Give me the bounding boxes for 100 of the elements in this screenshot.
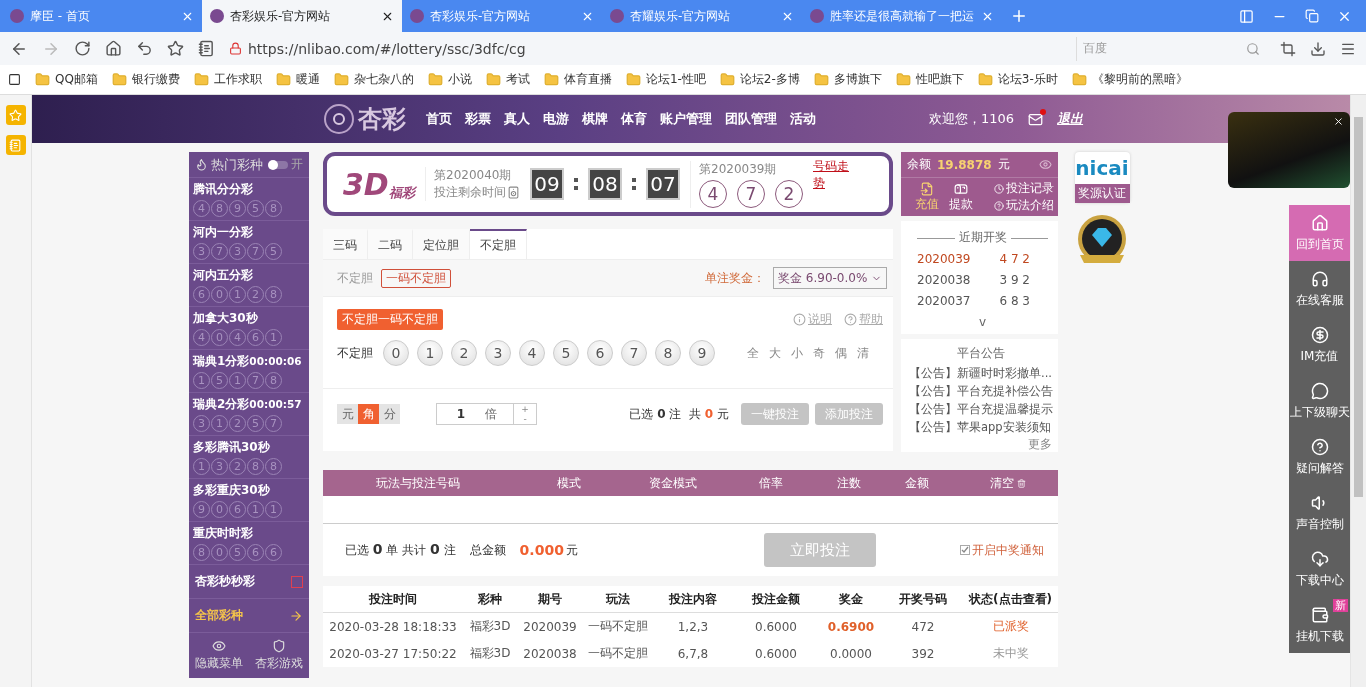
notice-link[interactable]: 【公告】平台充提补偿公告	[909, 382, 1052, 400]
dock-item[interactable]: 上下级聊天	[1289, 373, 1350, 429]
prize-select[interactable]: 奖金 6.90-0.0%	[773, 267, 887, 289]
browser-tab[interactable]: 杏彩娱乐-官方网站	[202, 0, 402, 32]
quick-select-link[interactable]: 全	[747, 344, 759, 362]
all-games-link[interactable]: 全部彩种	[189, 599, 309, 633]
speaker-icon[interactable]	[507, 186, 520, 199]
number-ball[interactable]: 9	[689, 340, 715, 366]
account-link[interactable]: 投注记录	[994, 180, 1054, 197]
panel-icon[interactable]	[1239, 8, 1254, 24]
star-icon[interactable]	[167, 40, 184, 57]
bookmark-link[interactable]: 论坛3-乐时	[977, 71, 1058, 88]
nav-link[interactable]: 活动	[790, 110, 816, 128]
scrollbar-thumb[interactable]	[1354, 117, 1363, 497]
game-item[interactable]: 河内五分彩 6 0 1 2 8	[189, 264, 309, 307]
dock-item[interactable]: 声音控制	[1289, 485, 1350, 541]
nav-link[interactable]: 电游	[543, 110, 569, 128]
sub-tab[interactable]: 一码不定胆	[381, 268, 451, 288]
notice-link[interactable]: 【公告】苹果app安装须知	[909, 418, 1052, 436]
bookmark-link[interactable]: QQ邮箱	[35, 71, 98, 88]
toggle-switch[interactable]	[268, 160, 288, 169]
play-tab[interactable]: 二码	[368, 229, 413, 259]
game-item[interactable]: 瑞典2分彩00:00:57 3 1 2 5 7	[189, 393, 309, 436]
bookmark-link[interactable]: 《黎明前的黑暗》	[1071, 71, 1188, 88]
sidebar-toggle-icon[interactable]	[8, 73, 21, 86]
game-item[interactable]: 杏彩秒秒彩	[189, 565, 309, 599]
bookmark-link[interactable]: 小说	[427, 71, 472, 88]
bookmark-link[interactable]: 多博旗下	[813, 71, 882, 88]
game-item[interactable]: 加拿大30秒 4 0 4 6 1	[189, 307, 309, 350]
play-tab[interactable]: 三码	[323, 229, 368, 259]
bookmark-link[interactable]: 考试	[485, 71, 530, 88]
number-ball[interactable]: 7	[621, 340, 647, 366]
table-cell[interactable]: 已派奖	[963, 618, 1058, 635]
nav-link[interactable]: 彩票	[465, 110, 491, 128]
nav-link[interactable]: 团队管理	[725, 110, 777, 128]
notice-link[interactable]: 【公告】平台充提温馨提示	[909, 400, 1052, 418]
quick-select-link[interactable]: 偶	[835, 344, 847, 362]
game-item[interactable]: 河内一分彩 3 7 3 7 5	[189, 221, 309, 264]
quick-select-link[interactable]: 奇	[813, 344, 825, 362]
wallet-action[interactable]: 提款	[949, 181, 973, 213]
quick-select-link[interactable]: 清	[857, 344, 869, 362]
bookmark-link[interactable]: 杂七杂八的	[333, 71, 414, 88]
number-ball[interactable]: 2	[451, 340, 477, 366]
more-link[interactable]: 更多	[1028, 436, 1052, 453]
restore-icon[interactable]	[1305, 8, 1319, 23]
dock-item[interactable]: 在线客服	[1289, 261, 1350, 317]
play-tab[interactable]: 定位胆	[413, 229, 470, 259]
column-header[interactable]: 清空	[957, 474, 1058, 492]
number-ball[interactable]: 5	[553, 340, 579, 366]
sidebar-footer-link[interactable]: 隐藏菜单	[195, 639, 243, 672]
notify-checkbox[interactable]	[960, 545, 970, 555]
bookmark-link[interactable]: 论坛1-性吧	[625, 71, 706, 88]
decrement-button[interactable]: -	[514, 414, 536, 424]
nav-link[interactable]: 首页	[426, 110, 452, 128]
number-ball[interactable]: 6	[587, 340, 613, 366]
dock-item[interactable]: IM充值	[1289, 317, 1350, 373]
home-icon[interactable]	[105, 40, 122, 57]
wallet-action[interactable]: 充值	[915, 181, 939, 213]
unit-tab[interactable]: 元	[337, 404, 358, 424]
certification-badge[interactable]: nicai 奖源认证	[1074, 152, 1130, 203]
dock-item[interactable]: 下载中心	[1289, 541, 1350, 597]
nav-link[interactable]: 体育	[621, 110, 647, 128]
close-button[interactable]	[1333, 116, 1344, 127]
bookmark-link[interactable]: 暖通	[275, 71, 320, 88]
multiplier-field[interactable]: 1 倍 + -	[436, 403, 537, 425]
bookmark-link[interactable]: 性吧旗下	[895, 71, 964, 88]
site-logo[interactable]: 杏彩	[324, 103, 406, 135]
quick-select-link[interactable]: 小	[791, 344, 803, 362]
sidebar-footer-link[interactable]: 杏彩游戏	[255, 639, 303, 672]
logout-link[interactable]: 退出	[1057, 110, 1084, 128]
bookmark-link[interactable]: 论坛2-多博	[719, 71, 800, 88]
eye-icon[interactable]	[1039, 158, 1052, 171]
number-ball[interactable]: 4	[519, 340, 545, 366]
download-icon[interactable]	[1310, 40, 1326, 57]
nav-link[interactable]: 棋牌	[582, 110, 608, 128]
bookmark-link[interactable]: 体育直播	[543, 71, 612, 88]
game-item[interactable]: 腾讯分分彩 4 8 9 5 8	[189, 178, 309, 221]
game-item[interactable]: 多彩腾讯30秒 1 3 2 8 8	[189, 436, 309, 479]
game-item[interactable]: 多彩重庆30秒 9 0 6 1 1	[189, 479, 309, 522]
game-item[interactable]: 重庆时时彩 8 0 5 6 6	[189, 522, 309, 565]
address-field[interactable]: https://nlibao.com/#/lottery/ssc/3dfc/cg	[229, 35, 1062, 62]
number-ball[interactable]: 0	[383, 340, 409, 366]
nav-link[interactable]: 真人	[504, 110, 530, 128]
number-ball[interactable]: 8	[655, 340, 681, 366]
play-tab[interactable]: 不定胆	[470, 229, 527, 259]
number-ball[interactable]: 3	[485, 340, 511, 366]
nav-link[interactable]: 账户管理	[660, 110, 712, 128]
game-item[interactable]: 瑞典1分彩00:00:06 1 5 1 7 8	[189, 350, 309, 393]
increment-button[interactable]: +	[514, 404, 536, 414]
notice-link[interactable]: 【公告】新疆时时彩撤单...	[909, 364, 1052, 382]
expand-link[interactable]: v	[917, 315, 1048, 329]
mail-icon[interactable]	[1028, 111, 1044, 127]
bookmark-link[interactable]: 工作求职	[193, 71, 262, 88]
bookmark-link[interactable]: 银行缴费	[111, 71, 180, 88]
reload-icon[interactable]	[74, 40, 91, 57]
dock-item[interactable]: 疑问解答	[1289, 429, 1350, 485]
quick-select-link[interactable]: 大	[769, 344, 781, 362]
undo-icon[interactable]	[136, 40, 153, 57]
notes-icon[interactable]	[198, 40, 215, 57]
unit-tab[interactable]: 分	[379, 404, 400, 424]
